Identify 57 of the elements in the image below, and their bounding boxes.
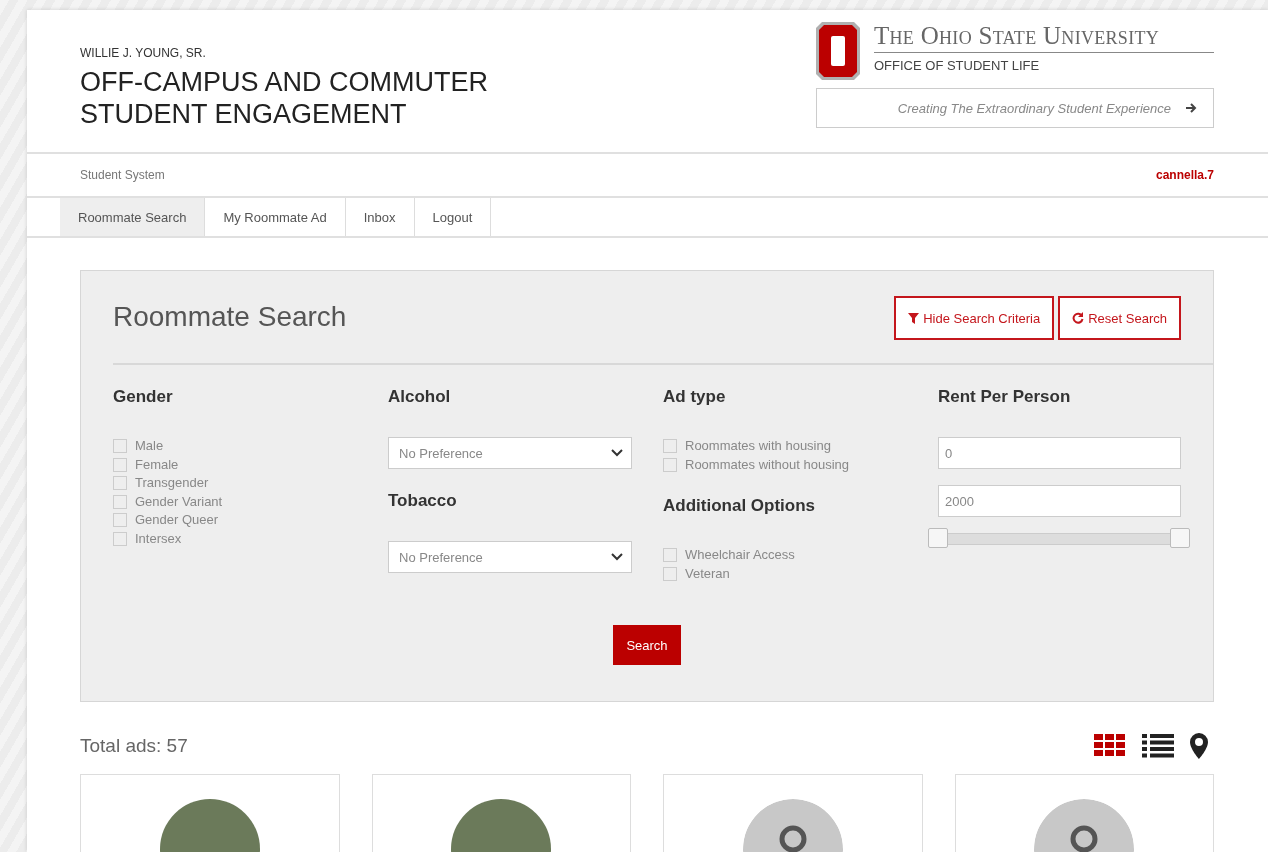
filter-heading: Alcohol	[388, 387, 452, 407]
arrow-right-icon	[1185, 102, 1197, 114]
grid-view-icon[interactable]	[1094, 734, 1126, 758]
username-link[interactable]: cannella.7	[1155, 168, 1214, 182]
checkbox[interactable]	[663, 439, 677, 454]
refresh-icon	[1072, 312, 1085, 324]
slider-handle[interactable]	[1170, 528, 1190, 548]
nav-tab[interactable]: Logout	[414, 198, 492, 236]
tagline-link[interactable]: Creating The Extraordinary Student Experience	[816, 88, 1214, 128]
filter-icon	[908, 312, 920, 324]
nav-tab[interactable]: My Roommate Ad	[205, 198, 346, 236]
panel-title: Roommate Search	[113, 301, 347, 333]
outline-button[interactable]: Hide Search Criteria	[894, 296, 1055, 340]
min-rent-field[interactable]: 0	[938, 437, 1181, 469]
filter-heading: Tobacco	[388, 491, 458, 511]
office-name: OFFICE OF STUDENT LIFE	[874, 58, 1041, 73]
chevron-down-icon	[611, 449, 623, 457]
dropdown[interactable]: No Preference	[388, 541, 632, 573]
department-title: OFF-CAMPUS AND COMMUTER STUDENT ENGAGEMENT	[80, 66, 488, 130]
checkbox[interactable]	[113, 494, 127, 509]
map-pin-icon[interactable]	[1190, 733, 1208, 759]
checkbox-label: Female	[135, 455, 179, 474]
checkbox[interactable]	[663, 548, 677, 563]
filter-heading: Rent Per Person	[938, 387, 1072, 407]
checkbox-label: Wheelchair Access	[685, 546, 795, 564]
list-view-icon[interactable]	[1142, 734, 1174, 758]
checkbox-label: Gender Queer	[135, 511, 219, 529]
checkbox-label: Veteran	[685, 564, 730, 583]
checkbox-label: Male	[135, 437, 164, 455]
checkbox-label: Roommates without housing	[685, 455, 850, 474]
checkbox[interactable]	[113, 439, 127, 454]
checkbox-label: Gender Variant	[135, 492, 223, 511]
checkbox[interactable]	[663, 566, 677, 581]
checkbox-label: Intersex	[135, 529, 182, 548]
filter-heading: Ad type	[663, 387, 727, 407]
nav-tab[interactable]: Inbox	[345, 198, 415, 236]
outline-button[interactable]: Reset Search	[1058, 296, 1181, 340]
results-count: Total ads: 57	[80, 735, 188, 757]
checkbox[interactable]	[113, 513, 127, 528]
checkbox[interactable]	[113, 476, 127, 491]
department-subtitle: WILLIE J. YOUNG, SR.	[80, 46, 207, 60]
dropdown[interactable]: No Preference	[388, 437, 632, 469]
chevron-down-icon	[611, 553, 623, 561]
system-label: Student System	[80, 168, 165, 182]
checkbox[interactable]	[663, 457, 677, 472]
checkbox[interactable]	[113, 457, 127, 472]
filter-heading: Gender	[113, 387, 174, 407]
checkbox-label: Roommates with housing	[685, 437, 831, 455]
slider-handle[interactable]	[928, 528, 948, 548]
max-rent-field[interactable]: 2000	[938, 485, 1181, 517]
filter-heading: Additional Options	[663, 496, 817, 516]
block-o-logo	[816, 22, 860, 80]
university-name: The Ohio State University	[874, 22, 1214, 53]
search-button[interactable]: Search	[613, 625, 681, 665]
nav-tab[interactable]: Roommate Search	[60, 198, 206, 236]
checkbox-label: Transgender	[135, 474, 209, 492]
checkbox[interactable]	[113, 531, 127, 546]
